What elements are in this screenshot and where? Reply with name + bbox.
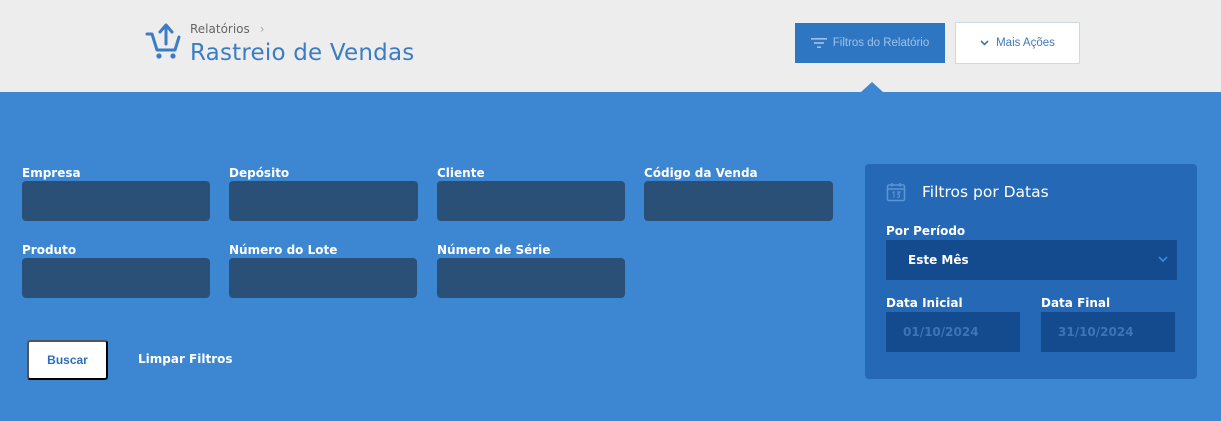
- more-actions-label: Mais Ações: [996, 37, 1055, 49]
- data-final-input[interactable]: 31/10/2024: [1041, 312, 1175, 352]
- deposito-label: Depósito: [229, 166, 290, 180]
- data-inicial-input[interactable]: 01/10/2024: [886, 312, 1020, 352]
- chevron-down-icon: [980, 40, 989, 46]
- produto-input[interactable]: [22, 258, 210, 298]
- numero-serie-label: Número de Série: [437, 243, 551, 257]
- periodo-select[interactable]: Este Mês: [886, 240, 1177, 280]
- page-title: Rastreio de Vendas: [190, 40, 415, 66]
- search-button[interactable]: Buscar: [27, 340, 108, 380]
- numero-serie-input[interactable]: [437, 258, 625, 298]
- report-filters-button[interactable]: Filtros do Relatório: [795, 23, 945, 63]
- produto-label: Produto: [22, 243, 77, 257]
- breadcrumb: Relatórios ›: [190, 22, 265, 36]
- clear-filters-link[interactable]: Limpar Filtros: [138, 352, 233, 366]
- date-filters-panel: Filtros por Datas Por Período Este Mês D…: [865, 164, 1197, 379]
- filter-lines-icon: [810, 38, 827, 48]
- page-header: Relatórios › Rastreio de Vendas Filtros …: [0, 0, 1221, 92]
- filters-panel-pointer: [861, 82, 883, 92]
- breadcrumb-link[interactable]: Relatórios: [190, 22, 250, 36]
- numero-lote-input[interactable]: [229, 258, 417, 298]
- cliente-input[interactable]: [437, 181, 625, 221]
- deposito-input[interactable]: [229, 181, 418, 221]
- chevron-right-icon: ›: [259, 22, 265, 36]
- codigo-venda-label: Código da Venda: [644, 166, 758, 180]
- periodo-select-value: Este Mês: [908, 253, 969, 267]
- calendar-icon: [886, 183, 906, 202]
- codigo-venda-input[interactable]: [644, 181, 833, 221]
- empresa-label: Empresa: [22, 166, 81, 180]
- empresa-input[interactable]: [22, 181, 210, 221]
- periodo-label: Por Período: [886, 224, 966, 238]
- data-inicial-label: Data Inicial: [886, 296, 963, 310]
- data-final-label: Data Final: [1041, 296, 1111, 310]
- cliente-label: Cliente: [437, 166, 485, 180]
- more-actions-button[interactable]: Mais Ações: [955, 22, 1080, 64]
- cart-upload-icon: [145, 23, 181, 59]
- report-filters-label: Filtros do Relatório: [832, 37, 930, 49]
- date-filters-title: Filtros por Datas: [922, 183, 1049, 201]
- numero-lote-label: Número do Lote: [229, 243, 338, 257]
- chevron-down-icon: [1158, 256, 1168, 263]
